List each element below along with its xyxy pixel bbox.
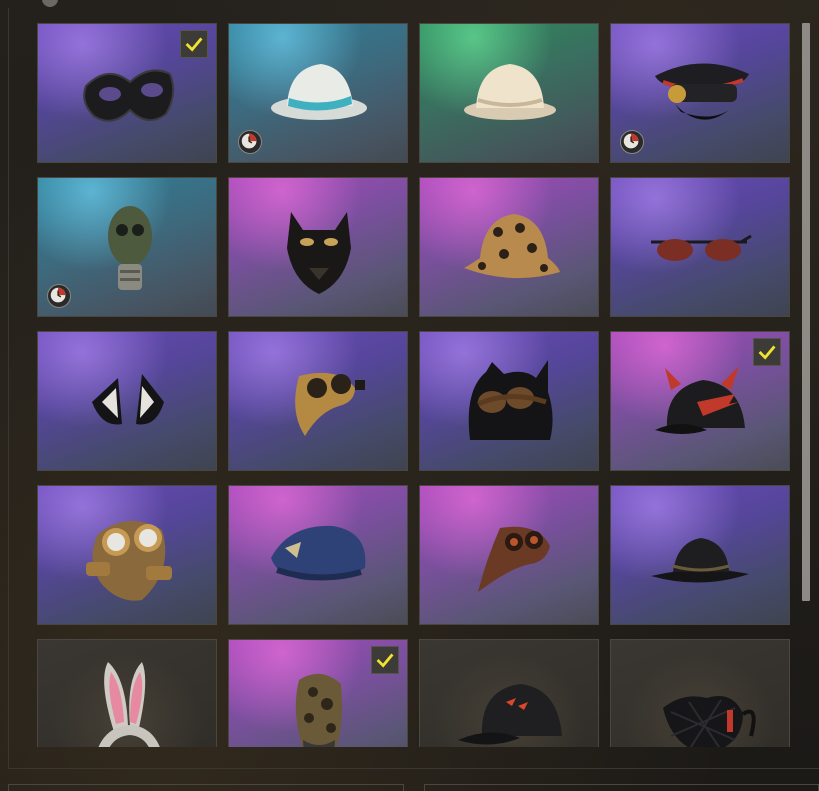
pith-helmet-icon (464, 64, 556, 120)
item-tile-gas-mask[interactable] (37, 177, 217, 317)
item-tile-camo-balaclava[interactable] (228, 639, 408, 747)
item-tile-devil-cap[interactable] (610, 331, 790, 471)
clock-icon (238, 130, 262, 154)
baseball-cap-icon (458, 684, 562, 745)
item-tile-cat-beanie-goggles[interactable] (419, 331, 599, 471)
item-tile-blue-beret[interactable] (228, 485, 408, 625)
equipped-check (371, 646, 399, 674)
fedora-icon (651, 538, 749, 583)
leopard-hat-icon (464, 214, 560, 279)
equipped-check (180, 30, 208, 58)
scrollbar-thumb[interactable] (802, 23, 810, 601)
leather-plague-mask-icon (478, 526, 550, 592)
equipped-check (753, 338, 781, 366)
face-mask-icon (663, 696, 756, 747)
header-icon (42, 0, 58, 7)
item-tile-black-eye-mask[interactable] (37, 23, 217, 163)
item-tile-quilted-face-mask[interactable] (610, 639, 790, 747)
item-tile-plague-mask-gold[interactable] (228, 331, 408, 471)
scrollbar[interactable] (802, 23, 810, 747)
item-tile-sunglasses[interactable] (610, 177, 790, 317)
clock-icon (620, 130, 644, 154)
beret-icon (271, 525, 366, 581)
clock-icon (47, 284, 71, 308)
item-tile-wolf-mask[interactable] (228, 177, 408, 317)
wolf-mask-icon (287, 212, 351, 294)
item-tile-officer-cap[interactable] (610, 23, 790, 163)
item-tile-black-baseball-cap[interactable] (419, 639, 599, 747)
bunny-ears-icon (98, 662, 160, 747)
item-tile-plague-mask-leather[interactable] (419, 485, 599, 625)
item-tile-cat-ears[interactable] (37, 331, 217, 471)
item-tile-white-bucket-hat[interactable] (228, 23, 408, 163)
bottom-panel-left (8, 784, 404, 791)
item-tile-black-fedora[interactable] (610, 485, 790, 625)
item-tile-bunny-ears[interactable] (37, 639, 217, 747)
item-tile-leopard-bucket-hat[interactable] (419, 177, 599, 317)
cat-ears-icon (92, 374, 164, 425)
item-tile-steampunk-gas-mask[interactable] (37, 485, 217, 625)
beanie-goggles-icon (468, 360, 553, 440)
plague-mask-icon (295, 372, 365, 436)
steampunk-mask-icon (86, 520, 172, 601)
item-tile-pith-helmet[interactable] (419, 23, 599, 163)
item-grid (37, 23, 791, 747)
bottom-panel-right (424, 784, 819, 791)
sunglasses-icon (651, 234, 752, 261)
